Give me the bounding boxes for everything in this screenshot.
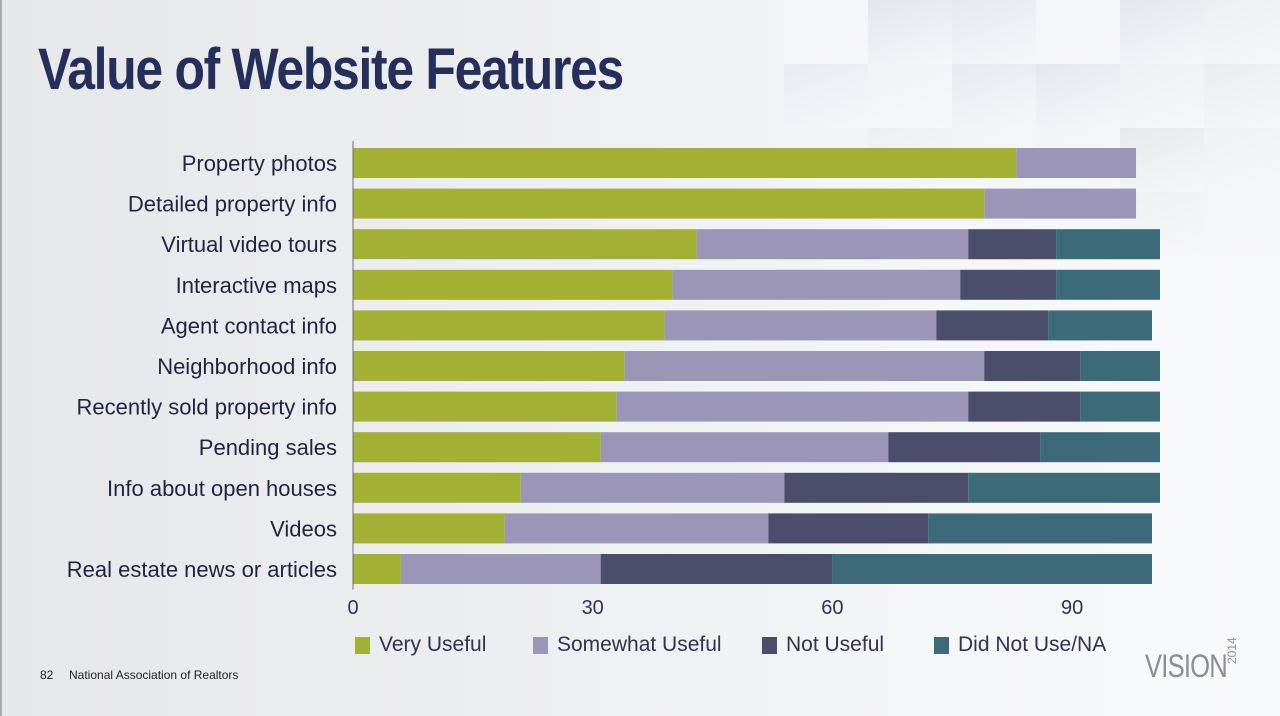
brand-year: 2014 [1225,637,1239,664]
legend-label: Did Not Use/NA [958,633,1106,656]
bar-did-not-use-na-8 [968,472,1160,503]
bar-did-not-use-na-3 [1056,269,1160,300]
legend-label: Very Useful [379,633,486,656]
category-labels: Property photos Detailed property info Vir… [67,151,337,582]
x-tick-label: 60 [821,597,843,619]
bar-did-not-use-na-6 [1080,391,1160,422]
bar-somewhat-useful-5 [624,351,985,381]
category-label: Property photos [182,151,337,176]
bar-not-useful-7 [888,432,1041,463]
bar-very-useful-2 [353,229,697,260]
bar-somewhat-useful-3 [672,269,961,300]
stacked-bar-chart: Property photos Detailed property info Vir… [67,141,1160,656]
bar-did-not-use-na-5 [1080,351,1160,381]
legend-swatch-not-useful [762,637,777,654]
category-label: Real estate news or articles [67,557,337,582]
bar-did-not-use-na-4 [1048,310,1152,341]
page-number: 82 [40,668,54,682]
bar-did-not-use-na-7 [1040,432,1160,463]
bar-very-useful-4 [353,310,665,341]
category-label: Virtual video tours [161,232,337,257]
bar-very-useful-9 [353,513,505,544]
bar-not-useful-9 [768,513,929,544]
bar-very-useful-6 [353,391,617,422]
bar-very-useful-1 [353,188,985,219]
x-axis-tick-labels: 0 30 60 90 [347,597,1083,619]
bar-very-useful-10 [353,554,401,584]
bar-somewhat-useful-7 [600,432,889,463]
brand-logo-text: VISION [1145,648,1228,684]
bar-not-useful-3 [960,269,1057,300]
bar-somewhat-useful-9 [504,513,769,544]
category-label: Neighborhood info [157,354,337,379]
legend-swatch-somewhat-useful [533,637,548,654]
legend-swatch-very-useful [355,637,370,654]
bar-not-useful-10 [600,554,833,584]
bar-did-not-use-na-10 [832,554,1152,584]
x-tick-label: 0 [347,597,358,619]
footer-organization: National Association of Realtors [69,668,239,682]
bar-not-useful-6 [968,391,1081,422]
category-label: Videos [270,516,337,541]
bar-somewhat-useful-1 [984,188,1137,219]
category-label: Pending sales [199,435,337,460]
bar-somewhat-useful-10 [400,554,601,584]
bar-not-useful-4 [936,310,1049,341]
bar-very-useful-3 [353,269,673,300]
legend: Very Useful Somewhat Useful Not Useful Did … [355,633,1106,656]
category-label: Detailed property info [128,192,337,217]
legend-label: Somewhat Useful [557,633,722,656]
bar-not-useful-8 [784,472,969,503]
bar-very-useful-7 [353,432,601,463]
bar-somewhat-useful-6 [616,391,969,422]
bar-very-useful-0 [353,148,1017,178]
bar-somewhat-useful-2 [696,229,969,260]
legend-label: Not Useful [786,633,884,656]
bar-not-useful-2 [968,229,1057,260]
bar-did-not-use-na-2 [1056,229,1160,260]
bar-not-useful-5 [984,351,1081,381]
bar-did-not-use-na-9 [928,513,1152,544]
bar-somewhat-useful-4 [664,310,937,341]
category-label: Interactive maps [176,273,337,298]
bar-very-useful-5 [353,351,625,381]
bar-somewhat-useful-8 [520,472,785,503]
category-label: Info about open houses [107,476,337,501]
category-label: Agent contact info [161,313,337,338]
bar-very-useful-8 [353,472,521,503]
legend-swatch-did-not-use-na [934,637,949,654]
x-tick-label: 90 [1061,597,1083,619]
category-label: Recently sold property info [77,395,337,420]
bar-group [353,148,1160,584]
bar-somewhat-useful-0 [1016,148,1137,178]
x-tick-label: 30 [582,597,604,619]
